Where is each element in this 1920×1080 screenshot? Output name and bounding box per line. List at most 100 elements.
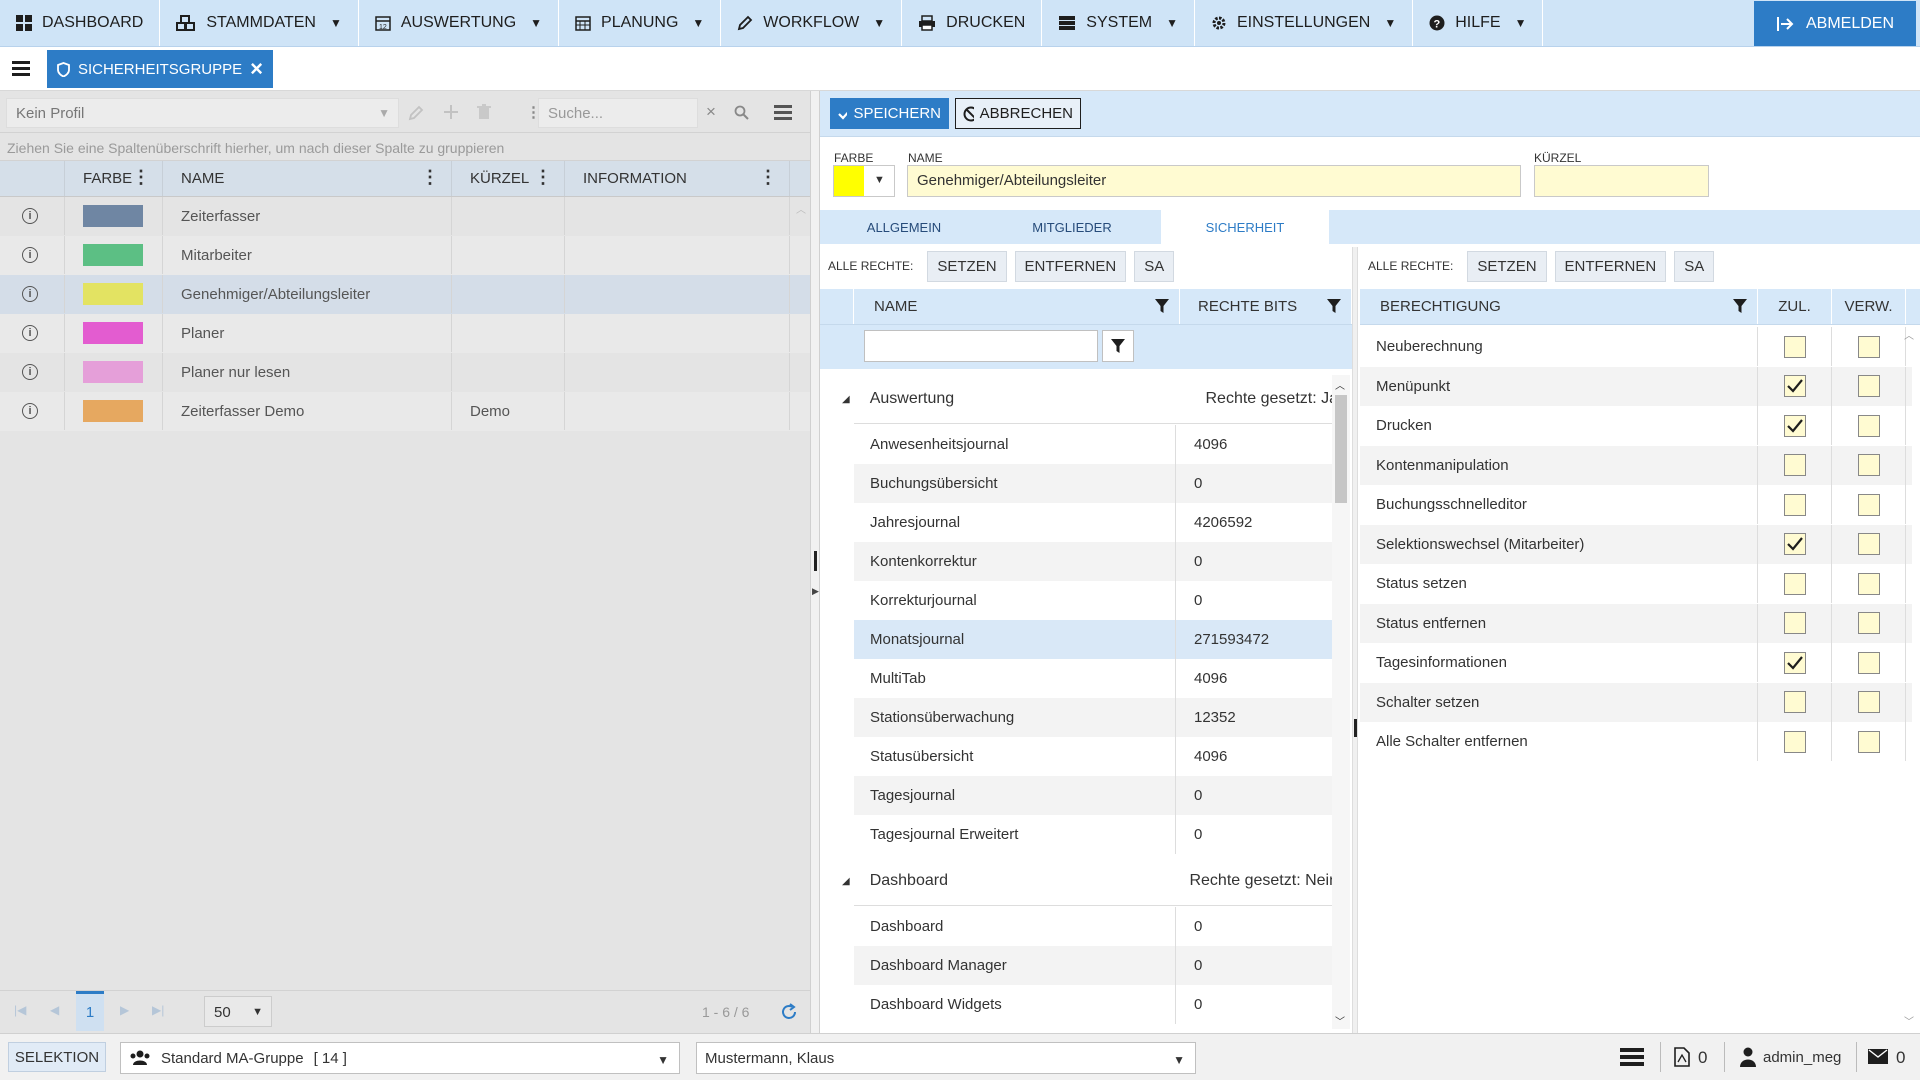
allow-checkbox[interactable] [1783,375,1806,397]
close-tab-icon[interactable]: × [250,56,263,82]
deny-checkbox[interactable] [1857,651,1880,674]
mail-icon[interactable] [1868,1049,1888,1064]
col-name[interactable]: NAME ⋮ [163,161,452,196]
color-picker[interactable]: ▼ [833,165,895,197]
permission-row[interactable]: Schalter setzen [1360,682,1912,722]
pdf-icon[interactable] [1674,1047,1690,1067]
permission-row[interactable]: Tagesinformationen [1360,643,1912,682]
column-options-icon[interactable]: ⋮ [421,168,439,186]
page-size-select[interactable]: 50 ▼ [204,996,272,1027]
module-group-dashboard[interactable]: ◢ Dashboard Rechte gesetzt: Nein [842,857,1338,905]
filter-icon[interactable] [1155,299,1169,313]
info-icon[interactable]: i [22,208,38,224]
info-icon[interactable]: i [22,325,38,341]
nav-hilfe[interactable]: ? HILFE ▼ [1413,0,1544,46]
info-icon[interactable]: i [22,403,38,419]
allow-checkbox[interactable] [1783,493,1806,516]
page-number-current[interactable]: 1 [76,991,104,1031]
list-menu-icon[interactable] [1620,1048,1644,1066]
table-row[interactable]: i Planer nur lesen [0,353,810,392]
permission-row[interactable]: Selektionswechsel (Mitarbeiter) [1360,524,1912,564]
search-icon[interactable] [734,105,749,120]
cancel-button[interactable]: ABBRECHEN [955,98,1081,129]
tab-mitglieder[interactable]: MITGLIEDER [988,210,1156,244]
permission-row[interactable]: Neuberechnung [1360,327,1912,366]
group-selector[interactable]: Standard MA-Gruppe [ 14 ] ▼ [120,1042,680,1074]
col-farbe[interactable]: FARBE ⋮ [65,161,163,196]
deny-checkbox[interactable] [1857,375,1880,397]
permission-row[interactable]: Buchungsschnelleditor [1360,485,1912,524]
scroll-up-icon[interactable]: ︿ [1904,327,1914,342]
add-icon[interactable] [444,105,458,119]
set-all-rights-button[interactable]: SETZEN [927,250,1007,282]
sa-rights-button[interactable]: SA [1134,250,1175,282]
scroll-up-icon[interactable]: ︿ [1335,377,1345,392]
deny-checkbox[interactable] [1857,454,1880,476]
logout-button[interactable]: ABMELDEN [1753,1,1916,46]
deny-checkbox[interactable] [1857,691,1880,713]
nav-planung[interactable]: PLANUNG ▼ [559,0,722,46]
module-row[interactable]: Jahresjournal 4206592 [854,503,1342,542]
allow-checkbox[interactable] [1783,572,1806,595]
table-row[interactable]: i Zeiterfasser Demo Demo [0,392,810,431]
column-menu-icon[interactable] [774,105,792,120]
scroll-thumb[interactable] [1335,395,1347,503]
deny-checkbox[interactable] [1857,612,1880,634]
splitter-handle[interactable] [814,551,817,571]
list-scrollbar[interactable]: ︿ [794,201,808,991]
allow-checkbox[interactable] [1783,335,1806,358]
nav-drucken[interactable]: DRUCKEN [902,0,1043,46]
prev-page-icon[interactable]: ◀ [50,1003,59,1017]
selektion-button[interactable]: SELEKTION [8,1042,106,1072]
col-rechte-bits[interactable]: RECHTE BITS [1180,289,1352,324]
tab-allgemein[interactable]: ALLGEMEIN [820,210,988,244]
permissions-scrollbar[interactable]: ︿ ﹀ [1902,327,1918,1028]
module-row[interactable]: Stationsüberwachung 12352 [854,698,1342,737]
module-row[interactable]: Tagesjournal Erweitert 0 [854,815,1342,854]
user-icon[interactable] [1740,1047,1756,1067]
filter-button[interactable] [1102,330,1134,362]
splitter-handle[interactable] [1354,719,1357,737]
allow-checkbox[interactable] [1783,414,1806,437]
profile-select[interactable]: Kein Profil ▼ [6,98,399,128]
deny-checkbox[interactable] [1857,414,1880,437]
module-filter-input[interactable] [864,330,1098,362]
name-field[interactable]: Genehmiger/Abteilungsleiter [907,165,1521,197]
permission-row[interactable]: Kontenmanipulation [1360,445,1912,485]
table-row[interactable]: i Zeiterfasser [0,197,810,236]
allow-checkbox[interactable] [1783,533,1806,555]
filter-icon[interactable] [1733,299,1747,313]
nav-workflow[interactable]: WORKFLOW ▼ [721,0,903,46]
column-options-icon[interactable]: ⋮ [759,168,777,186]
tab-sicherheit[interactable]: SICHERHEIT [1161,210,1329,244]
col-verweigern[interactable]: VERW. [1832,289,1906,324]
permission-row[interactable]: Status setzen [1360,564,1912,603]
employee-selector[interactable]: Mustermann, Klaus ▼ [696,1042,1196,1074]
module-row[interactable]: Buchungsübersicht 0 [854,464,1342,503]
table-row-selected[interactable]: i Genehmiger/Abteilungsleiter [0,275,810,314]
scroll-up-icon[interactable]: ︿ [794,201,808,216]
deny-checkbox[interactable] [1857,533,1880,555]
col-kuerzel[interactable]: KÜRZEL ⋮ [452,161,565,196]
search-input[interactable]: Suche... [538,98,698,128]
collapse-arrow-icon[interactable]: ◢ [842,876,850,887]
module-row[interactable]: Anwesenheitsjournal 4096 [854,425,1342,464]
tab-sicherheitsgruppe[interactable]: SICHERHEITSGRUPPE × [47,50,273,88]
panel-splitter[interactable]: ▶ [810,91,820,1033]
sa-permissions-button[interactable]: SA [1674,250,1715,282]
info-icon[interactable]: i [22,247,38,263]
collapse-arrow-icon[interactable]: ◢ [842,394,850,405]
permission-row[interactable]: Status entfernen [1360,603,1912,643]
col-zulassen[interactable]: ZUL. [1758,289,1832,324]
module-row[interactable]: MultiTab 4096 [854,659,1342,698]
permission-row[interactable]: Drucken [1360,406,1912,445]
module-row[interactable]: Dashboard Manager 0 [854,946,1342,985]
permission-row[interactable]: Alle Schalter entfernen [1360,722,1912,761]
next-page-icon[interactable]: ▶ [120,1003,129,1017]
nav-auswertung[interactable]: 12 AUSWERTUNG ▼ [359,0,560,46]
last-page-icon[interactable]: ▶| [152,1003,164,1017]
kuerzel-field[interactable] [1534,165,1709,197]
set-all-permissions-button[interactable]: SETZEN [1467,250,1547,282]
collapse-arrow-icon[interactable]: ▶ [812,586,819,597]
deny-checkbox[interactable] [1857,572,1880,595]
